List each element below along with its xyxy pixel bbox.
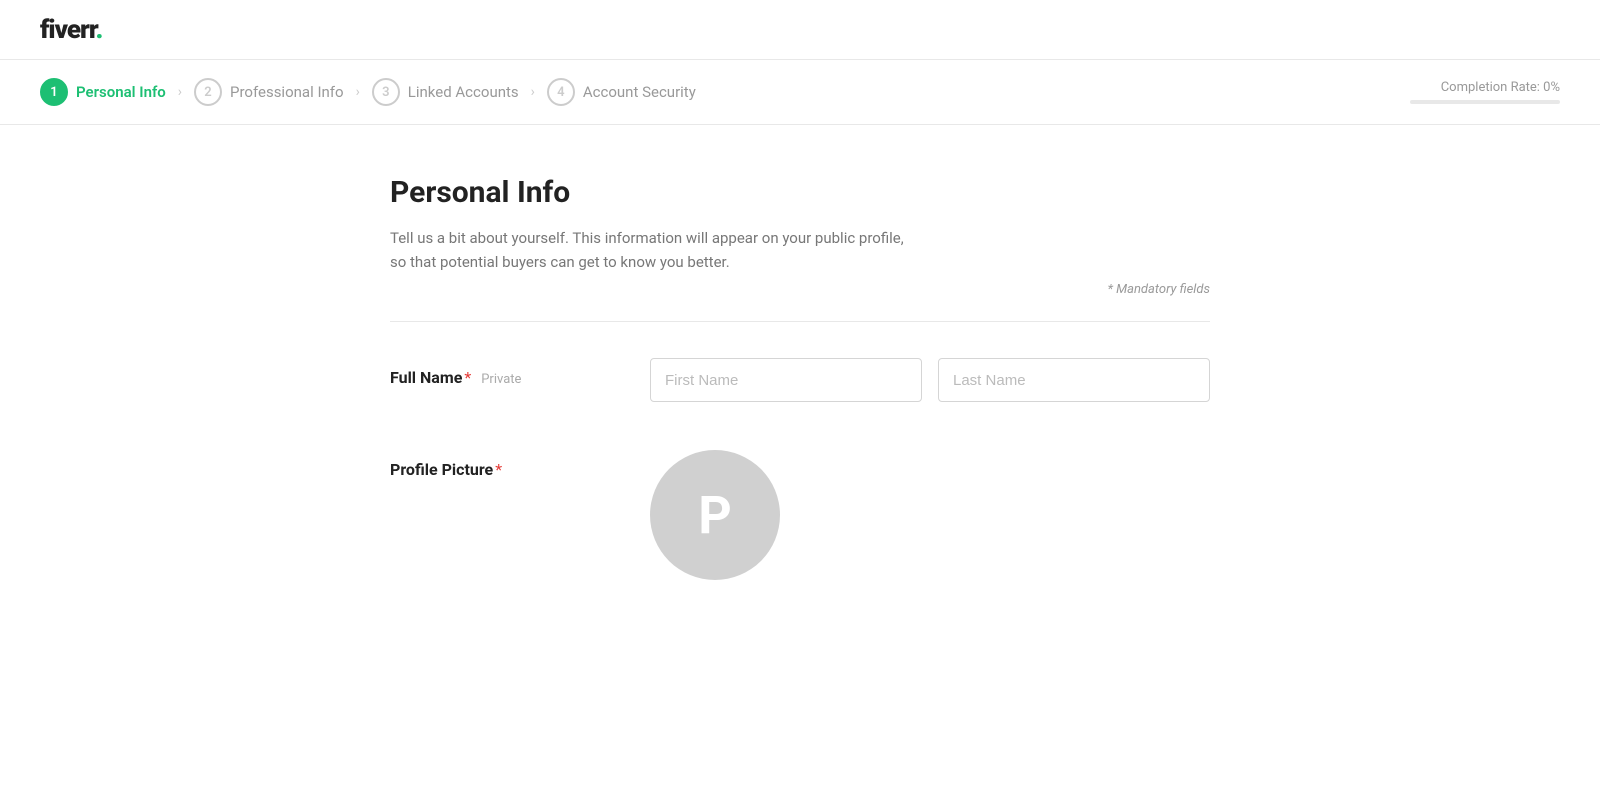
full-name-private-note: Private [481, 372, 521, 387]
step-4-label: Account Security [583, 83, 696, 101]
step-3-label: Linked Accounts [408, 83, 519, 101]
mandatory-note: * Mandatory fields [390, 282, 1210, 297]
profile-picture-label: Profile Picture [390, 460, 493, 479]
divider [390, 321, 1210, 322]
page-description: Tell us a bit about yourself. This infor… [390, 226, 910, 274]
last-name-input[interactable] [938, 358, 1210, 402]
step-1-label: Personal Info [76, 83, 166, 101]
step-4-circle: 4 [547, 78, 575, 106]
completion-text: Completion Rate: 0% [1441, 80, 1560, 95]
step-1-number: 1 [50, 85, 57, 100]
step-4-number: 4 [557, 85, 564, 100]
completion-bar-background [1410, 100, 1560, 104]
step-2-circle: 2 [194, 78, 222, 106]
step-3[interactable]: 3 Linked Accounts [372, 78, 519, 106]
full-name-label: Full Name [390, 368, 462, 387]
full-name-required-star: * [464, 368, 471, 387]
stepper-steps: 1 Personal Info › 2 Professional Info › … [40, 78, 1400, 106]
profile-picture-label-col: Profile Picture* [390, 450, 650, 479]
avatar-letter: P [698, 485, 732, 546]
logo-dot: . [96, 15, 103, 45]
main-content: Personal Info Tell us a bit about yourse… [350, 125, 1250, 678]
arrow-3: › [531, 84, 535, 100]
step-2-number: 2 [204, 85, 211, 100]
full-name-inputs [650, 358, 1210, 402]
page-title: Personal Info [390, 175, 1210, 210]
step-2-label: Professional Info [230, 83, 344, 101]
avatar[interactable]: P [650, 450, 780, 580]
first-name-input[interactable] [650, 358, 922, 402]
logo: fiverr. [40, 15, 102, 45]
stepper-nav: 1 Personal Info › 2 Professional Info › … [0, 60, 1600, 125]
full-name-label-col: Full Name* Private [390, 358, 650, 387]
arrow-2: › [356, 84, 360, 100]
step-2[interactable]: 2 Professional Info [194, 78, 344, 106]
step-1-circle: 1 [40, 78, 68, 106]
step-1[interactable]: 1 Personal Info [40, 78, 166, 106]
step-3-circle: 3 [372, 78, 400, 106]
completion-rate: Completion Rate: 0% [1400, 80, 1560, 104]
profile-picture-col: P [650, 450, 780, 580]
full-name-row: Full Name* Private [390, 358, 1210, 402]
logo-text: fiverr [40, 15, 96, 45]
profile-picture-row: Profile Picture* P [390, 450, 1210, 580]
step-4[interactable]: 4 Account Security [547, 78, 696, 106]
header: fiverr. [0, 0, 1600, 60]
profile-picture-required-star: * [495, 460, 502, 479]
arrow-1: › [178, 84, 182, 100]
step-3-number: 3 [382, 85, 389, 100]
